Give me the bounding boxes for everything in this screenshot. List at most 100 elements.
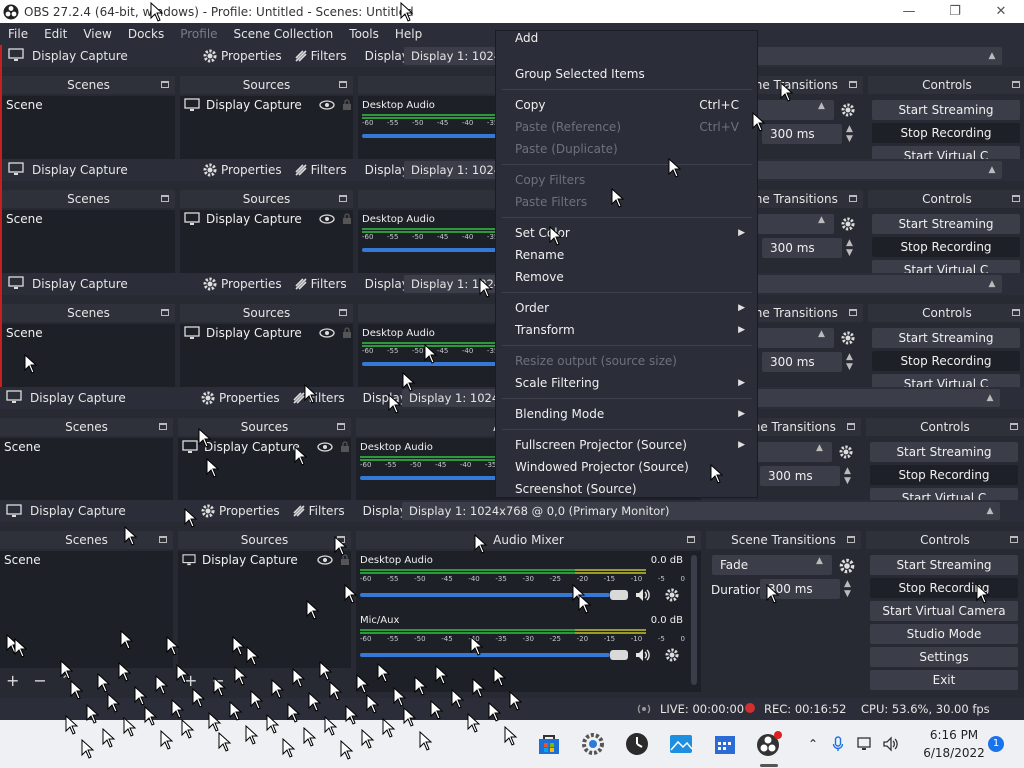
- start-virtual-camera-button[interactable]: Start Virtual Camera: [870, 601, 1018, 621]
- scenes-list[interactable]: Scene: [2, 210, 175, 273]
- volume-slider-handle[interactable]: [610, 590, 628, 600]
- stop-recording-button[interactable]: Stop Recording: [870, 465, 1018, 485]
- minimize-button[interactable]: —: [886, 0, 932, 23]
- sources-list[interactable]: Display Capture: [180, 96, 353, 159]
- eye-icon[interactable]: [317, 555, 333, 565]
- start-streaming-button[interactable]: Start Streaming: [872, 214, 1020, 234]
- volume-slider-handle[interactable]: [610, 650, 628, 660]
- transition-select-arrow-icon[interactable]: ▲: [818, 215, 825, 225]
- lock-icon[interactable]: [341, 327, 353, 339]
- clock-app-icon[interactable]: [623, 730, 651, 758]
- transition-select-arrow-icon[interactable]: ▲: [816, 443, 823, 453]
- dock-float-icon[interactable]: [1012, 81, 1020, 88]
- speaker-icon[interactable]: [634, 647, 654, 663]
- settings-app-icon[interactable]: [579, 730, 607, 758]
- display-select-arrow-icon[interactable]: ▲: [981, 503, 999, 519]
- microphone-icon[interactable]: [832, 736, 844, 752]
- dock-float-icon[interactable]: [1010, 423, 1018, 430]
- menu-item-order[interactable]: Order ▶: [496, 297, 757, 319]
- menu-item-rename[interactable]: Rename: [496, 244, 757, 266]
- lock-icon[interactable]: [339, 441, 351, 453]
- transition-gear-icon[interactable]: [840, 216, 856, 235]
- properties-button[interactable]: Properties: [202, 162, 282, 178]
- menu-item-set-color[interactable]: Set Color ▶: [496, 222, 757, 244]
- settings-button[interactable]: Settings: [870, 647, 1018, 667]
- network-icon[interactable]: [856, 736, 874, 752]
- menu-item-fullscreen-projector-source[interactable]: Fullscreen Projector (Source) ▶: [496, 434, 757, 456]
- dock-float-icon[interactable]: [1010, 536, 1018, 543]
- transition-gear-icon[interactable]: [840, 330, 856, 349]
- start-streaming-button[interactable]: Start Streaming: [872, 328, 1020, 348]
- menu-view[interactable]: View: [75, 27, 119, 41]
- taskbar-clock[interactable]: 6:16 PM 6/18/2022: [918, 726, 990, 762]
- eye-icon[interactable]: [319, 328, 335, 338]
- dock-float-icon[interactable]: [337, 423, 345, 430]
- dock-float-icon[interactable]: [847, 423, 855, 430]
- duration-input[interactable]: 300 ms: [762, 238, 842, 258]
- chevron-up-icon[interactable]: ⌃: [808, 737, 818, 751]
- photos-app-icon[interactable]: [667, 730, 695, 758]
- mixer-scrollbar[interactable]: [691, 555, 697, 685]
- start-virtual-camera-button[interactable]: Start Virtual C: [872, 146, 1020, 159]
- menu-item-add[interactable]: Add: [496, 31, 757, 47]
- start-streaming-button[interactable]: Start Streaming: [870, 555, 1018, 575]
- add-scene-icon[interactable]: +: [6, 671, 19, 690]
- transition-gear-icon[interactable]: [840, 102, 856, 121]
- dock-float-icon[interactable]: [339, 195, 347, 202]
- scenes-list[interactable]: Scene: [2, 96, 175, 159]
- duration-stepper-icon[interactable]: ▲ ▼: [846, 124, 853, 144]
- sources-list[interactable]: Display Capture: [180, 324, 353, 387]
- volume-slider[interactable]: [360, 653, 610, 657]
- display-select-arrow-icon[interactable]: ▲: [983, 276, 1001, 292]
- scene-item[interactable]: Scene: [0, 438, 173, 456]
- transition-select-arrow-icon[interactable]: ▲: [818, 329, 825, 339]
- transition-gear-icon[interactable]: [838, 557, 856, 575]
- menu-docks[interactable]: Docks: [120, 27, 172, 41]
- filters-button[interactable]: Filters: [292, 504, 345, 518]
- dock-float-icon[interactable]: [847, 536, 855, 543]
- menu-item-blending-mode[interactable]: Blending Mode ▶: [496, 403, 757, 425]
- dock-float-icon[interactable]: [159, 536, 167, 543]
- dock-float-icon[interactable]: [159, 423, 167, 430]
- properties-button[interactable]: Properties: [200, 503, 280, 519]
- properties-button[interactable]: Properties: [200, 390, 280, 406]
- menu-item-scale-filtering[interactable]: Scale Filtering ▶: [496, 372, 757, 394]
- display-select-arrow-icon[interactable]: ▲: [983, 162, 1001, 178]
- eye-icon[interactable]: [319, 214, 335, 224]
- calendar-app-icon[interactable]: [711, 730, 739, 758]
- duration-stepper-icon[interactable]: ▲ ▼: [844, 579, 851, 599]
- stop-recording-button[interactable]: Stop Recording: [872, 237, 1020, 257]
- sources-list[interactable]: Display Capture: [180, 210, 353, 273]
- dock-float-icon[interactable]: [339, 309, 347, 316]
- stop-recording-button[interactable]: Stop Recording: [872, 123, 1020, 143]
- menu-edit[interactable]: Edit: [36, 27, 75, 41]
- sources-list[interactable]: Display Capture: [178, 551, 351, 668]
- mixer-gear-icon[interactable]: [664, 647, 680, 666]
- scene-item[interactable]: Scene: [2, 324, 175, 342]
- volume-icon[interactable]: [882, 736, 900, 752]
- scene-item[interactable]: Scene: [2, 96, 175, 114]
- menu-item-group-selected-items[interactable]: Group Selected Items: [496, 63, 757, 85]
- studio-mode-button[interactable]: Studio Mode: [870, 624, 1018, 644]
- stop-recording-button[interactable]: Stop Recording: [872, 351, 1020, 371]
- menu-tools[interactable]: Tools: [341, 27, 387, 41]
- duration-stepper-icon[interactable]: ▲ ▼: [846, 352, 853, 372]
- maximize-button[interactable]: ❐: [932, 0, 978, 23]
- dock-float-icon[interactable]: [339, 81, 347, 88]
- properties-button[interactable]: Properties: [202, 276, 282, 292]
- duration-stepper-icon[interactable]: ▲ ▼: [846, 238, 853, 258]
- source-item[interactable]: Display Capture: [178, 551, 351, 569]
- eye-icon[interactable]: [317, 442, 333, 452]
- mixer-gear-icon[interactable]: [664, 587, 680, 606]
- display-select-arrow-icon[interactable]: ▲: [981, 390, 999, 406]
- display-select-arrow-icon[interactable]: ▲: [983, 48, 1001, 64]
- dock-float-icon[interactable]: [161, 309, 169, 316]
- menu-help[interactable]: Help: [387, 27, 430, 41]
- display-select[interactable]: Display 1: 1024x768 @ 0,0 (Primary Monit…: [402, 502, 1000, 520]
- exit-button[interactable]: Exit: [870, 670, 1018, 690]
- obs-taskbar-icon[interactable]: [755, 730, 783, 758]
- filters-button[interactable]: Filters: [292, 391, 345, 405]
- source-item[interactable]: Display Capture: [180, 324, 353, 342]
- start-streaming-button[interactable]: Start Streaming: [872, 100, 1020, 120]
- menu-profile[interactable]: Profile: [172, 27, 225, 41]
